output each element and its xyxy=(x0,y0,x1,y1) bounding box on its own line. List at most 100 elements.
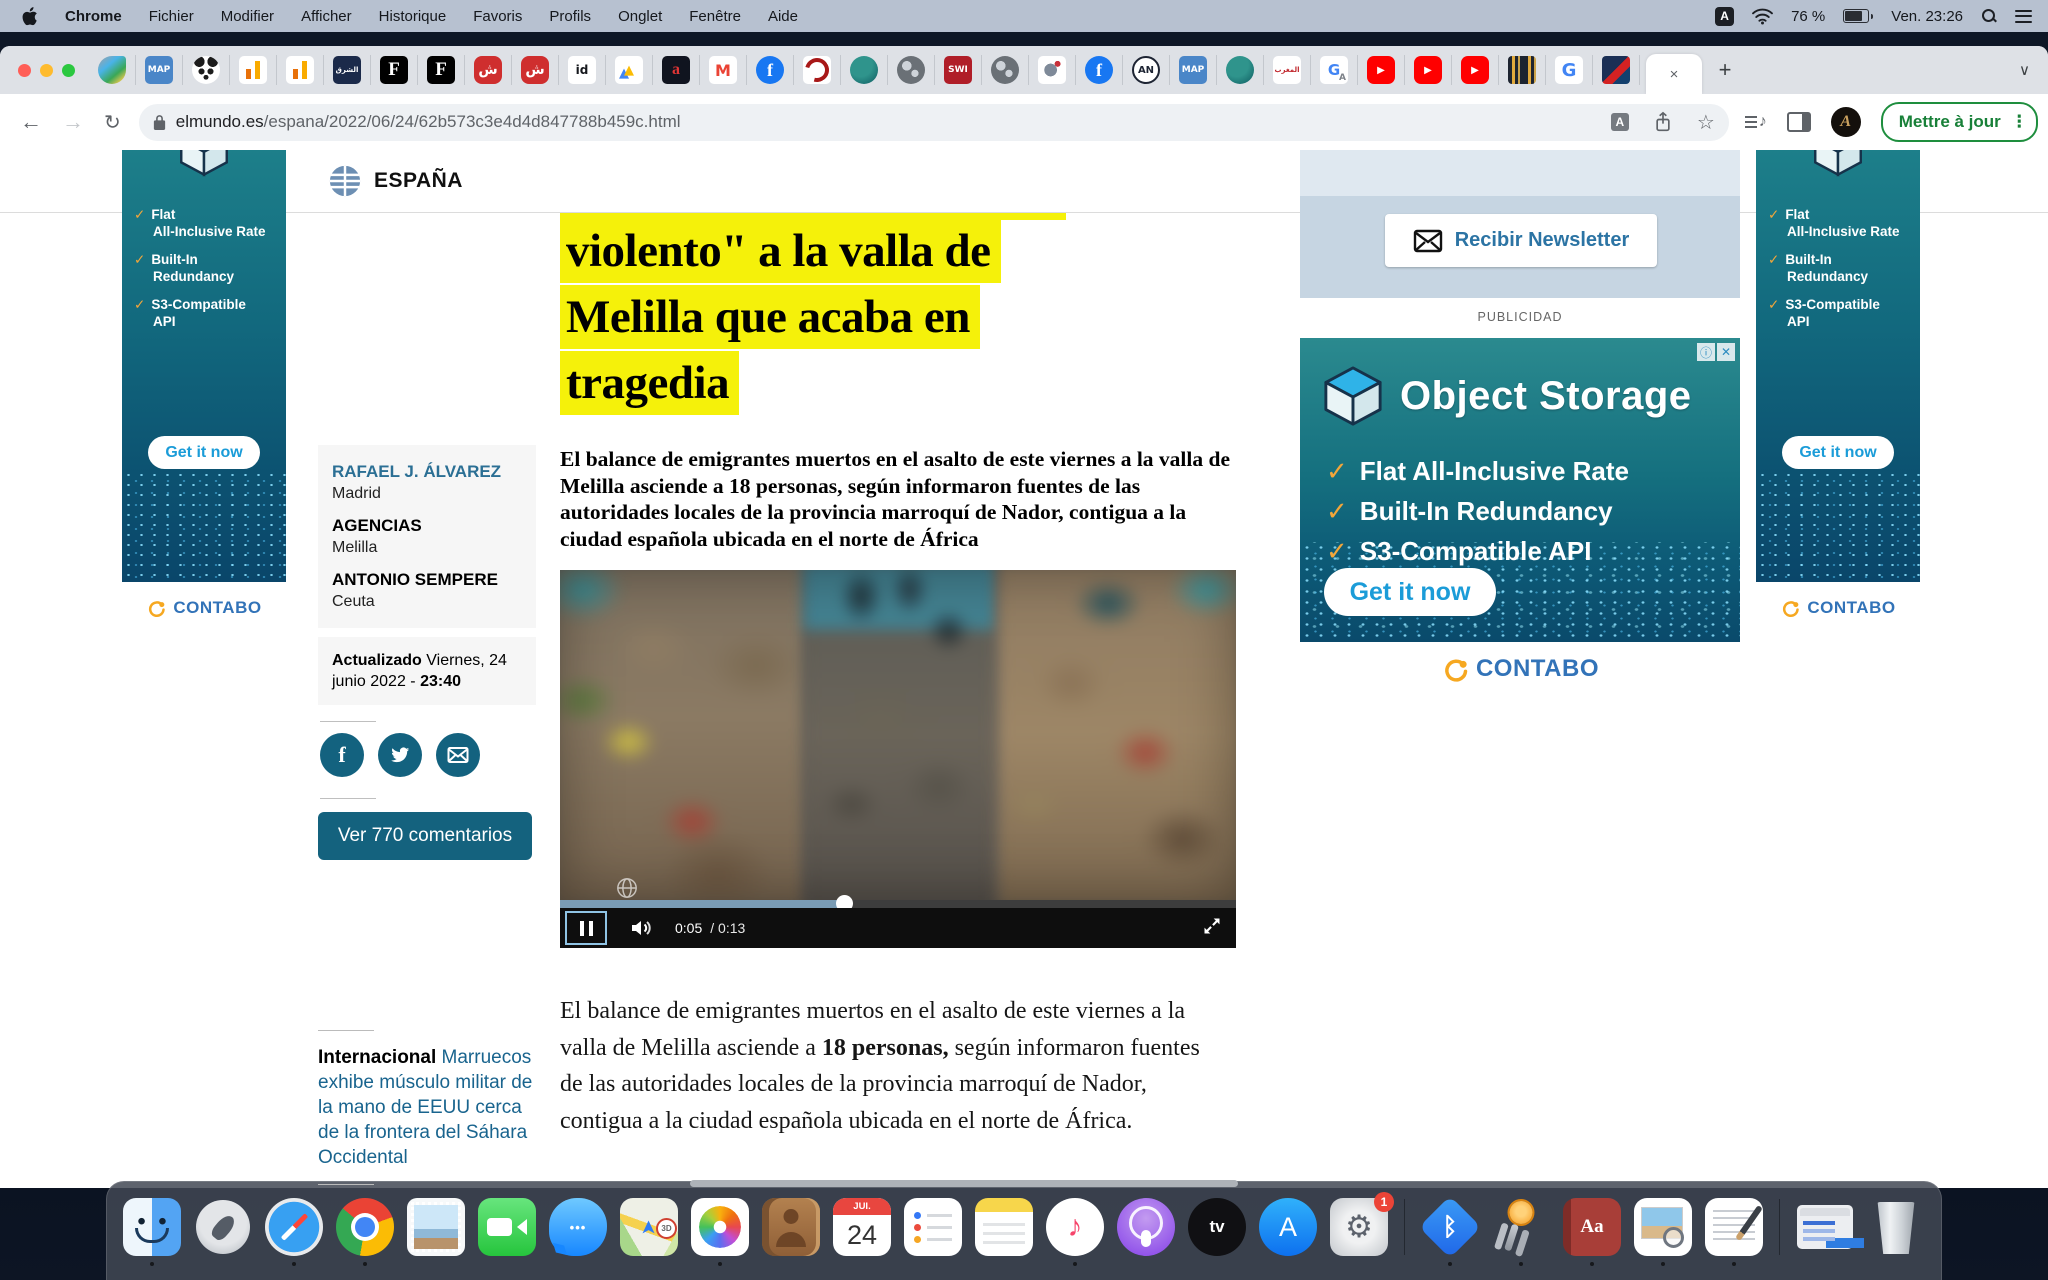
pinned-tab-teal-circle-1[interactable] xyxy=(841,55,888,85)
spotlight-icon[interactable] xyxy=(1981,8,1997,24)
pinned-tab-arabic-red-2[interactable]: ش xyxy=(512,55,559,85)
video-progress-bar[interactable] xyxy=(560,900,1236,908)
ad-cta-button[interactable]: Get it now xyxy=(1782,436,1894,469)
pinned-tab-map-press-2[interactable]: MAP xyxy=(1170,55,1217,85)
input-source-icon[interactable]: A xyxy=(1715,7,1734,26)
back-button[interactable]: ← xyxy=(20,109,42,135)
dock-facetime[interactable] xyxy=(478,1198,536,1256)
side-panel-icon[interactable] xyxy=(1787,112,1811,132)
dock-launchpad[interactable] xyxy=(194,1198,252,1256)
comments-button[interactable]: Ver 770 comentarios xyxy=(318,812,532,860)
dock-finder[interactable] xyxy=(123,1198,181,1256)
pinned-tab-facebook-2[interactable]: f xyxy=(1076,55,1123,85)
menu-historique[interactable]: Historique xyxy=(379,8,447,25)
dock-photos[interactable] xyxy=(691,1198,749,1256)
pinned-tab-youtube-1[interactable]: ▶ xyxy=(1358,55,1405,85)
pinned-tab-arabic-navy[interactable]: الشرق xyxy=(324,55,371,85)
pinned-tab-analytics-1[interactable] xyxy=(230,55,277,85)
reload-button[interactable]: ↻ xyxy=(104,110,121,135)
dock-mail[interactable] xyxy=(407,1198,465,1256)
pinned-tab-red-swirl-site[interactable] xyxy=(794,55,841,85)
pinned-tab-google[interactable]: G xyxy=(1546,55,1593,85)
pinned-tab-arabic-red-text[interactable]: المغرب xyxy=(1264,55,1311,85)
pinned-tab-forbes-1[interactable]: F xyxy=(371,55,418,85)
pinned-tab-youtube-2[interactable]: ▶ xyxy=(1405,55,1452,85)
pinned-tab-an-site[interactable]: AN xyxy=(1123,55,1170,85)
menu-profils[interactable]: Profils xyxy=(549,8,591,25)
tab-overflow-chevron-icon[interactable]: ∨ xyxy=(2019,61,2030,79)
lock-icon[interactable] xyxy=(153,114,166,131)
pinned-tab-google-translate[interactable]: G xyxy=(1311,55,1358,85)
dock-textedit[interactable] xyxy=(1705,1198,1763,1256)
active-tab[interactable]: × xyxy=(1646,54,1702,94)
contabo-logo[interactable]: CONTABO xyxy=(1756,598,1920,618)
profile-avatar[interactable]: A xyxy=(1831,107,1861,137)
adchoices-info-icon[interactable]: ⓘ xyxy=(1697,343,1715,361)
dock-tv[interactable]: tv xyxy=(1188,1198,1246,1256)
close-window-button[interactable] xyxy=(18,64,31,77)
apple-logo-icon[interactable] xyxy=(22,7,38,26)
dock-bluetooth[interactable]: ᛒ xyxy=(1421,1198,1479,1256)
skyscraper-ad-left[interactable]: ✓FlatAll-Inclusive Rate✓Built-InRedundan… xyxy=(122,150,286,582)
menu-aide[interactable]: Aide xyxy=(768,8,798,25)
menubar-clock[interactable]: Ven. 23:26 xyxy=(1891,8,1963,25)
share-icon[interactable] xyxy=(1653,111,1673,133)
pinned-tab-bird-site[interactable] xyxy=(1029,55,1076,85)
address-bar[interactable]: elmundo.es/espana/2022/06/24/62b573c3e4d… xyxy=(139,104,1729,141)
minimize-window-button[interactable] xyxy=(40,64,53,77)
update-chrome-button[interactable]: Mettre à jour ⋮ xyxy=(1881,102,2038,142)
author-name[interactable]: RAFAEL J. ÁLVAREZ xyxy=(332,462,522,482)
dock-preview[interactable] xyxy=(1634,1198,1692,1256)
pinned-tab-arabic-red-1[interactable]: ش xyxy=(465,55,512,85)
pinned-tab-globe-site-2[interactable] xyxy=(982,55,1029,85)
dock-messages[interactable]: ••• xyxy=(549,1198,607,1256)
dock-music[interactable]: ♪ xyxy=(1046,1198,1104,1256)
pinned-tab-dark-a-site[interactable]: a xyxy=(653,55,700,85)
chrome-menu-icon[interactable]: ⋮ xyxy=(2011,112,2028,132)
dock-safari[interactable] xyxy=(265,1198,323,1256)
share-facebook-button[interactable]: f xyxy=(320,733,364,777)
share-twitter-button[interactable] xyxy=(378,733,422,777)
dock-reminders[interactable] xyxy=(904,1198,962,1256)
video-player[interactable]: 0:05/ 0:13 xyxy=(560,570,1236,948)
close-tab-icon[interactable]: × xyxy=(1670,66,1679,83)
dock-notes[interactable] xyxy=(975,1198,1033,1256)
pinned-tab-youtube-3[interactable]: ▶ xyxy=(1452,55,1499,85)
pinned-tab-swissinfo[interactable]: SWI xyxy=(935,55,982,85)
bookmark-star-icon[interactable]: ☆ xyxy=(1697,110,1715,135)
dock-contacts[interactable] xyxy=(762,1198,820,1256)
contabo-logo[interactable]: CONTABO xyxy=(1300,655,1740,683)
dock-settings[interactable]: ⚙1 xyxy=(1330,1198,1388,1256)
pinned-tab-panda[interactable] xyxy=(183,55,230,85)
menu-onglet[interactable]: Onglet xyxy=(618,8,662,25)
ad-close-icon[interactable]: ✕ xyxy=(1717,343,1735,361)
skyscraper-ad-right[interactable]: ✓FlatAll-Inclusive Rate✓Built-InRedundan… xyxy=(1756,150,1920,582)
pinned-tab-facebook-1[interactable]: f xyxy=(747,55,794,85)
pause-button[interactable] xyxy=(565,911,607,945)
pinned-tab-forbes-2[interactable]: F xyxy=(418,55,465,85)
forward-button[interactable]: → xyxy=(62,109,84,135)
zoom-window-button[interactable] xyxy=(62,64,75,77)
elmundo-globe-logo[interactable] xyxy=(328,164,362,198)
menu-afficher[interactable]: Afficher xyxy=(301,8,352,25)
menu-chrome[interactable]: Chrome xyxy=(65,8,122,25)
horizontal-scrollbar-thumb[interactable] xyxy=(690,1180,1238,1187)
dock-keychain[interactable] xyxy=(1492,1198,1550,1256)
dock-calendar[interactable]: JUI.24 xyxy=(833,1198,891,1256)
contabo-logo[interactable]: CONTABO xyxy=(122,598,286,618)
media-controls-icon[interactable]: ♪ xyxy=(1745,113,1767,131)
dock-podcasts[interactable] xyxy=(1117,1198,1175,1256)
pinned-tab-feather[interactable] xyxy=(89,55,136,85)
dock-dictionary[interactable]: Aa xyxy=(1563,1198,1621,1256)
pinned-tab-books[interactable] xyxy=(1499,55,1546,85)
pinned-tab-google-ads[interactable]: ▲ xyxy=(606,55,653,85)
menu-modifier[interactable]: Modifier xyxy=(221,8,274,25)
ad-cta-button[interactable]: Get it now xyxy=(1324,568,1496,616)
dock-minimized-window[interactable] xyxy=(1796,1198,1854,1256)
newsletter-button[interactable]: Recibir Newsletter xyxy=(1385,214,1657,267)
dock-chrome[interactable] xyxy=(336,1198,394,1256)
share-email-button[interactable] xyxy=(436,733,480,777)
dock-trash[interactable] xyxy=(1867,1198,1925,1256)
ad-cta-button[interactable]: Get it now xyxy=(148,436,260,469)
wifi-icon[interactable] xyxy=(1752,8,1773,25)
